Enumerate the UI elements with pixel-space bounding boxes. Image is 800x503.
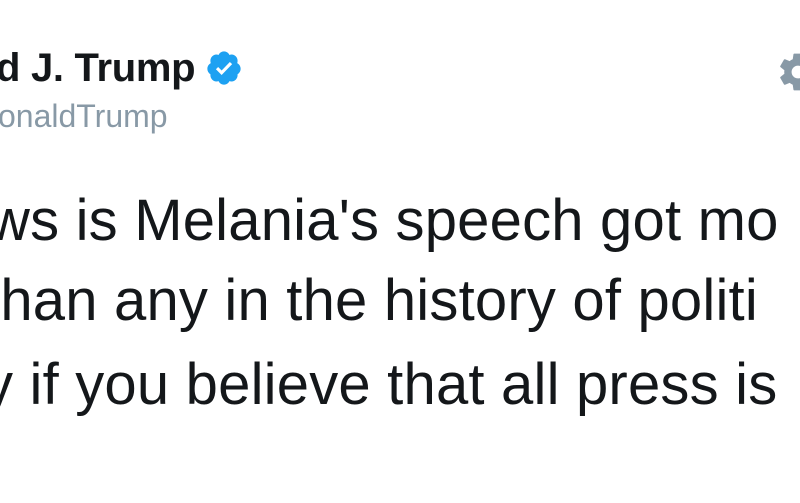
tweet-header: d J. Trump onaldTrump [0,0,800,160]
verified-badge-icon [207,51,241,85]
tweet-text-line: y if you believe that all press is [0,352,778,417]
author-handle[interactable]: onaldTrump [0,96,168,136]
author-name-row[interactable]: d J. Trump [0,44,243,92]
gear-icon[interactable] [776,50,800,94]
tweet-card: d J. Trump onaldTrump ws is Melania's sp… [0,0,800,503]
tweet-text-line: ws is Melania's speech got mo [0,188,779,253]
tweet-text-line: than any in the history of politi [0,268,758,333]
author-display-name[interactable]: d J. Trump [0,44,196,92]
